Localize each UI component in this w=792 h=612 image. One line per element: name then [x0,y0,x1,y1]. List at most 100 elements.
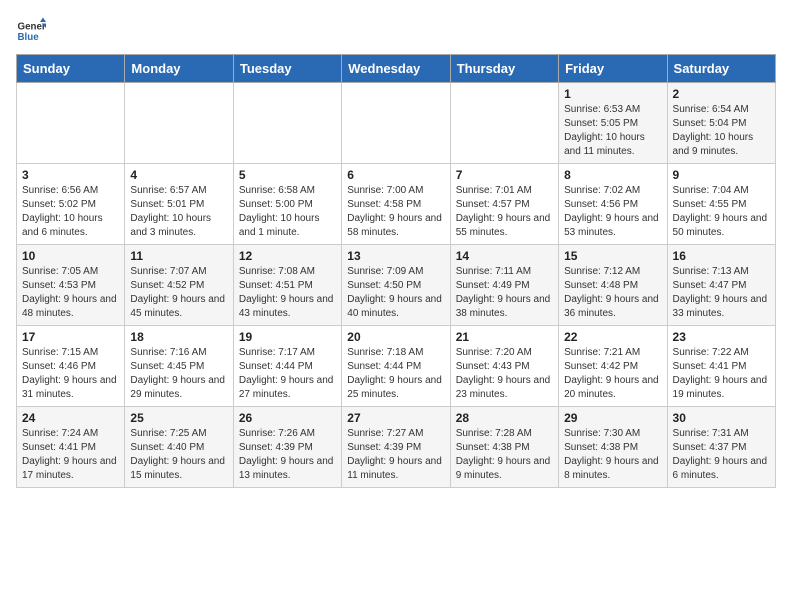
day-info: Sunrise: 6:58 AM Sunset: 5:00 PM Dayligh… [239,184,336,240]
calendar-cell: 14 Sunrise: 7:11 AM Sunset: 4:49 PM Dayli… [450,245,558,326]
calendar-week-row: 10Sunrise: 7:05 AM Sunset: 4:53 PM Dayli… [17,245,776,326]
day-number: 1 [564,87,661,101]
calendar-cell: 21 Sunrise: 7:20 AM Sunset: 4:43 PM Dayli… [450,326,558,407]
day-number: 17 [22,330,119,344]
day-number: 28 [456,411,553,425]
day-number: 6 [347,168,444,182]
calendar-cell: 11 Sunrise: 7:07 AM Sunset: 4:52 PM Dayli… [125,245,233,326]
calendar-cell: 29Sunrise: 7:30 AM Sunset: 4:38 PM Dayli… [559,407,667,488]
calendar-table: SundayMondayTuesdayWednesdayThursdayFrid… [16,54,776,488]
calendar-cell: 3 Sunrise: 6:56 AM Sunset: 5:02 PM Daylig… [17,164,125,245]
day-of-week-header: Sunday [17,55,125,83]
calendar-cell: 16 Sunrise: 7:13 AM Sunset: 4:47 PM Dayli… [667,245,775,326]
svg-text:General: General [18,22,47,33]
calendar-cell: 13Sunrise: 7:09 AM Sunset: 4:50 PM Dayli… [342,245,450,326]
day-info: Sunrise: 6:54 AM Sunset: 5:04 PM Dayligh… [673,103,770,159]
logo-icon: General Blue [16,16,46,46]
day-of-week-header: Saturday [667,55,775,83]
day-number: 30 [673,411,770,425]
day-info: Sunrise: 6:56 AM Sunset: 5:02 PM Dayligh… [22,184,119,240]
calendar-cell: 26 Sunrise: 7:26 AM Sunset: 4:39 PM Dayli… [233,407,341,488]
day-info: Sunrise: 7:20 AM Sunset: 4:43 PM Dayligh… [456,346,553,402]
calendar-cell: 23 Sunrise: 7:22 AM Sunset: 4:41 PM Dayli… [667,326,775,407]
day-number: 26 [239,411,336,425]
calendar-cell: 10Sunrise: 7:05 AM Sunset: 4:53 PM Dayli… [17,245,125,326]
day-number: 8 [564,168,661,182]
calendar-cell [233,83,341,164]
day-of-week-header: Wednesday [342,55,450,83]
day-info: Sunrise: 7:31 AM Sunset: 4:37 PM Dayligh… [673,427,770,483]
day-info: Sunrise: 7:05 AM Sunset: 4:53 PM Dayligh… [22,265,119,321]
day-number: 9 [673,168,770,182]
day-info: Sunrise: 7:21 AM Sunset: 4:42 PM Dayligh… [564,346,661,402]
calendar-cell: 12 Sunrise: 7:08 AM Sunset: 4:51 PM Dayli… [233,245,341,326]
day-number: 21 [456,330,553,344]
day-info: Sunrise: 7:30 AM Sunset: 4:38 PM Dayligh… [564,427,661,483]
day-of-week-header: Thursday [450,55,558,83]
calendar-body: 1 Sunrise: 6:53 AM Sunset: 5:05 PM Daylig… [17,83,776,488]
day-of-week-header: Friday [559,55,667,83]
calendar-week-row: 1 Sunrise: 6:53 AM Sunset: 5:05 PM Daylig… [17,83,776,164]
calendar-week-row: 24 Sunrise: 7:24 AM Sunset: 4:41 PM Dayli… [17,407,776,488]
day-info: Sunrise: 7:00 AM Sunset: 4:58 PM Dayligh… [347,184,444,240]
day-number: 12 [239,249,336,263]
logo: General Blue [16,16,46,46]
calendar-week-row: 17 Sunrise: 7:15 AM Sunset: 4:46 PM Dayli… [17,326,776,407]
day-number: 19 [239,330,336,344]
svg-text:Blue: Blue [18,32,40,43]
day-info: Sunrise: 7:25 AM Sunset: 4:40 PM Dayligh… [130,427,227,483]
calendar-cell: 24 Sunrise: 7:24 AM Sunset: 4:41 PM Dayli… [17,407,125,488]
calendar-cell: 9 Sunrise: 7:04 AM Sunset: 4:55 PM Daylig… [667,164,775,245]
day-info: Sunrise: 7:24 AM Sunset: 4:41 PM Dayligh… [22,427,119,483]
calendar-cell: 6 Sunrise: 7:00 AM Sunset: 4:58 PM Daylig… [342,164,450,245]
day-number: 25 [130,411,227,425]
calendar-cell: 18Sunrise: 7:16 AM Sunset: 4:45 PM Dayli… [125,326,233,407]
calendar-cell [17,83,125,164]
header-area: General Blue [16,16,776,46]
day-info: Sunrise: 7:11 AM Sunset: 4:49 PM Dayligh… [456,265,553,321]
day-number: 27 [347,411,444,425]
day-info: Sunrise: 7:13 AM Sunset: 4:47 PM Dayligh… [673,265,770,321]
calendar-cell [125,83,233,164]
calendar-cell: 1 Sunrise: 6:53 AM Sunset: 5:05 PM Daylig… [559,83,667,164]
calendar-header-row: SundayMondayTuesdayWednesdayThursdayFrid… [17,55,776,83]
calendar-cell: 15Sunrise: 7:12 AM Sunset: 4:48 PM Dayli… [559,245,667,326]
day-info: Sunrise: 6:53 AM Sunset: 5:05 PM Dayligh… [564,103,661,159]
day-number: 20 [347,330,444,344]
day-info: Sunrise: 7:26 AM Sunset: 4:39 PM Dayligh… [239,427,336,483]
day-number: 11 [130,249,227,263]
day-of-week-header: Monday [125,55,233,83]
day-number: 3 [22,168,119,182]
day-info: Sunrise: 7:28 AM Sunset: 4:38 PM Dayligh… [456,427,553,483]
day-number: 5 [239,168,336,182]
calendar-cell: 20Sunrise: 7:18 AM Sunset: 4:44 PM Dayli… [342,326,450,407]
day-info: Sunrise: 7:15 AM Sunset: 4:46 PM Dayligh… [22,346,119,402]
day-number: 16 [673,249,770,263]
day-of-week-header: Tuesday [233,55,341,83]
day-info: Sunrise: 7:04 AM Sunset: 4:55 PM Dayligh… [673,184,770,240]
day-number: 15 [564,249,661,263]
calendar-cell: 22Sunrise: 7:21 AM Sunset: 4:42 PM Dayli… [559,326,667,407]
day-number: 14 [456,249,553,263]
day-number: 23 [673,330,770,344]
day-info: Sunrise: 6:57 AM Sunset: 5:01 PM Dayligh… [130,184,227,240]
calendar-cell: 17 Sunrise: 7:15 AM Sunset: 4:46 PM Dayli… [17,326,125,407]
day-info: Sunrise: 7:16 AM Sunset: 4:45 PM Dayligh… [130,346,227,402]
day-info: Sunrise: 7:08 AM Sunset: 4:51 PM Dayligh… [239,265,336,321]
day-info: Sunrise: 7:02 AM Sunset: 4:56 PM Dayligh… [564,184,661,240]
calendar-cell [450,83,558,164]
day-number: 2 [673,87,770,101]
day-info: Sunrise: 7:27 AM Sunset: 4:39 PM Dayligh… [347,427,444,483]
day-number: 24 [22,411,119,425]
calendar-cell: 25 Sunrise: 7:25 AM Sunset: 4:40 PM Dayli… [125,407,233,488]
day-info: Sunrise: 7:01 AM Sunset: 4:57 PM Dayligh… [456,184,553,240]
calendar-week-row: 3 Sunrise: 6:56 AM Sunset: 5:02 PM Daylig… [17,164,776,245]
calendar-cell: 7Sunrise: 7:01 AM Sunset: 4:57 PM Daylig… [450,164,558,245]
calendar-cell: 2 Sunrise: 6:54 AM Sunset: 5:04 PM Daylig… [667,83,775,164]
day-info: Sunrise: 7:07 AM Sunset: 4:52 PM Dayligh… [130,265,227,321]
calendar-cell: 28 Sunrise: 7:28 AM Sunset: 4:38 PM Dayli… [450,407,558,488]
calendar-cell: 8 Sunrise: 7:02 AM Sunset: 4:56 PM Daylig… [559,164,667,245]
day-info: Sunrise: 7:09 AM Sunset: 4:50 PM Dayligh… [347,265,444,321]
day-info: Sunrise: 7:22 AM Sunset: 4:41 PM Dayligh… [673,346,770,402]
calendar-cell: 27 Sunrise: 7:27 AM Sunset: 4:39 PM Dayli… [342,407,450,488]
